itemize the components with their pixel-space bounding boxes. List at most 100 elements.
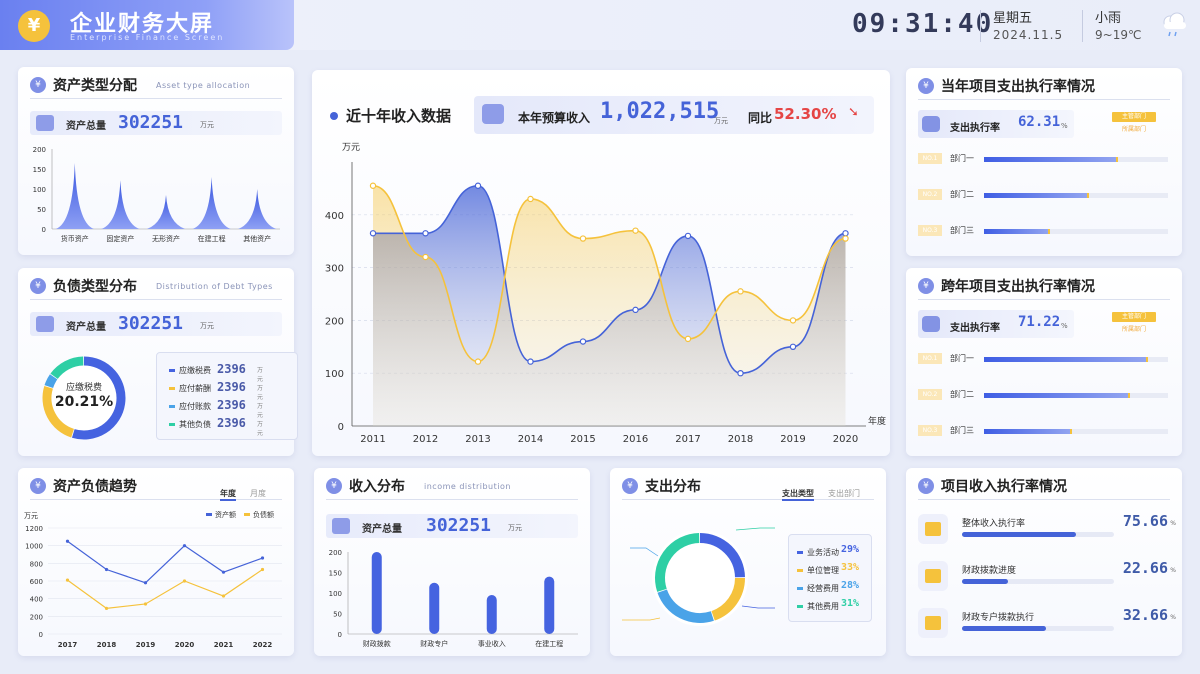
data-point: [474, 182, 482, 189]
bar: [544, 576, 555, 634]
yen-icon: ¥: [918, 78, 934, 94]
x-tick-label: 其他资产: [243, 234, 271, 243]
card-subtitle: Asset type allocation: [156, 81, 251, 90]
y-tick-label: 0: [338, 422, 344, 433]
arrow-down-icon: ➘: [848, 105, 859, 120]
card-title: 近十年收入数据: [346, 107, 452, 125]
tab-expense-dept[interactable]: 支出部门: [828, 489, 860, 498]
progress-track: [962, 626, 1114, 631]
x-tick-label: 2013: [465, 434, 490, 445]
progress-fill: [962, 532, 1076, 537]
data-point: [422, 253, 429, 261]
progress-track: [984, 193, 1168, 198]
x-tick-label: 2020: [175, 641, 195, 649]
progress-fill: [984, 429, 1073, 434]
peak-mark: [192, 177, 231, 229]
donut-center-label: 应缴税费: [65, 383, 102, 393]
database-icon: [36, 115, 54, 131]
document-icon: [918, 514, 948, 544]
yen-logo-icon: ¥: [18, 10, 50, 42]
yoy-label: 同比: [748, 111, 773, 125]
data-point: [737, 369, 744, 377]
x-tick-label: 2019: [780, 434, 805, 445]
project-value: 22.66: [1122, 559, 1168, 577]
card-subtitle: Distribution of Debt Types: [156, 282, 273, 291]
progress-fill: [984, 229, 1051, 234]
legend-label: 单位管理: [807, 566, 839, 575]
card-title: 当年项目支出执行率情况: [941, 79, 1095, 95]
data-point: [422, 230, 429, 237]
project-label: 财政专户拨款执行: [962, 613, 1035, 623]
legend-unit: 万元: [257, 385, 264, 401]
x-tick-label: 2020: [833, 434, 858, 445]
tab-expense-type[interactable]: 支出类型: [782, 489, 814, 501]
yen-icon: ¥: [918, 278, 934, 294]
summary-unit: 万元: [200, 121, 214, 129]
y-tick-label: 150: [329, 570, 342, 578]
legend-swatch: [797, 569, 803, 572]
legend-swatch: [169, 405, 175, 408]
trend-tabs: 年度 月度: [220, 488, 266, 501]
dept-badge-secondary[interactable]: 所属部门: [1112, 324, 1156, 333]
project-row: 财政拨款进度 22.66%: [918, 557, 1176, 597]
yoy-value: 52.30%: [774, 105, 837, 123]
dept-badge-secondary[interactable]: 所属部门: [1112, 124, 1156, 133]
y-tick-label: 400: [30, 596, 43, 604]
legend-value: 2396: [217, 416, 246, 430]
card-header: ¥ 项目收入执行率情况: [918, 476, 1170, 500]
data-point: [143, 602, 148, 606]
y-tick-label: 600: [30, 578, 43, 586]
annual-execution-card: ¥ 当年项目支出执行率情况 支出执行率 62.31 % 主管部门 所属部门 NO…: [906, 68, 1182, 256]
yen-icon: ¥: [30, 77, 46, 93]
data-point: [182, 544, 187, 548]
dept-badge[interactable]: 主管部门: [1112, 312, 1156, 322]
rate-box: 支出执行率 71.22 %: [918, 310, 1074, 338]
y-axis-unit: 万元: [342, 143, 360, 153]
project-value: 32.66: [1122, 606, 1168, 624]
donut-center-value: 20.21%: [54, 394, 114, 410]
dept-name: 部门一: [950, 154, 974, 163]
project-unit: %: [1170, 614, 1176, 621]
legend-item: 应缴税费 2396 万元: [169, 362, 263, 383]
data-point: [474, 358, 482, 365]
progress-track: [984, 229, 1168, 234]
dept-badge[interactable]: 主管部门: [1112, 112, 1156, 122]
trend-line-chart: 万元 0 200 400 600 800 1000 1200 2017 2018 2019 2020 2…: [24, 510, 282, 649]
data-point: [369, 230, 377, 237]
y-tick-label: 0: [39, 631, 43, 639]
dept-row: NO.3 部门三: [918, 224, 1168, 238]
data-point: [260, 567, 265, 572]
dept-name: 部门一: [950, 354, 974, 363]
data-point: [527, 195, 534, 203]
card-title: 项目收入执行率情况: [941, 479, 1067, 495]
dept-name: 部门三: [950, 226, 974, 235]
rank-badge: NO.3: [918, 425, 942, 436]
expense-distribution-card: ¥ 支出分布 支出类型 支出部门 业务活动 29% 单位管理 33% 经营费用 28% 其他费…: [610, 468, 886, 656]
asset-type-chart: 0 50 100 150 200 货币资产 固定资产 无形资产 在建工程 其他资产: [33, 146, 280, 243]
y-tick-label: 50: [37, 206, 46, 214]
legend-label: 负债额: [253, 510, 274, 519]
legend-value: 2396: [217, 398, 246, 412]
peak-mark: [146, 195, 186, 229]
database-icon: [36, 316, 54, 332]
income-bar-chart: 0 50 100 150 200 财政拨款 财政专户 事业收入 在建工程: [329, 549, 578, 648]
card-title: 收入分布: [349, 479, 405, 495]
x-tick-label: 2019: [136, 641, 156, 649]
y-tick-label: 400: [325, 211, 344, 222]
expense-legend: 业务活动 29% 单位管理 33% 经营费用 28% 其他费用 31%: [788, 534, 872, 622]
summary-unit: 万元: [200, 322, 214, 330]
card-title: 支出分布: [645, 479, 701, 495]
data-point: [104, 606, 109, 610]
budget-label: 本年预算收入: [518, 111, 591, 125]
yen-icon: ¥: [326, 478, 342, 494]
data-point: [632, 227, 639, 234]
tab-yearly[interactable]: 年度: [220, 489, 236, 501]
data-point: [684, 232, 692, 240]
legend-value: 29%: [841, 544, 860, 555]
rank-badge: NO.1: [918, 153, 942, 164]
date: 2024.11.5: [993, 28, 1064, 42]
legend-label: 其他费用: [807, 602, 839, 611]
weekday: 星期五: [993, 11, 1033, 26]
tab-monthly[interactable]: 月度: [250, 489, 266, 498]
bar: [486, 595, 497, 634]
